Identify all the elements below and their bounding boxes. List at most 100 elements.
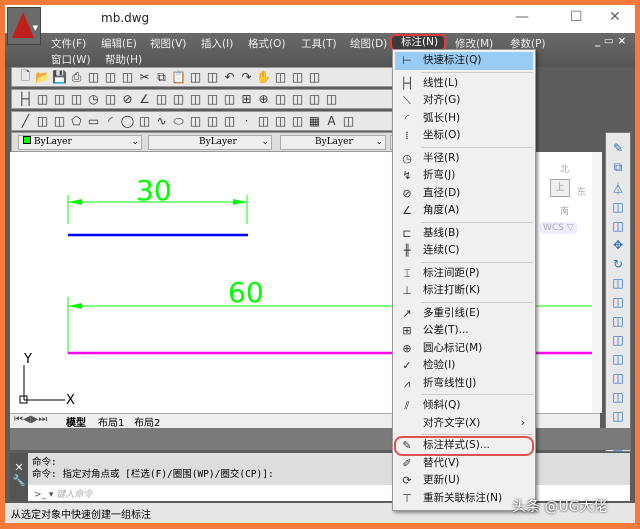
make-block-icon[interactable]: ◫	[222, 114, 237, 128]
color-select[interactable]: ByLayer ⌄	[18, 135, 142, 150]
menu-item[interactable]: ⁞ 坐标(O)	[395, 127, 533, 145]
copy-icon[interactable]: ⧉	[154, 70, 169, 85]
linear-icon[interactable]: ├┤	[18, 92, 33, 106]
scale-icon[interactable]: ◫	[612, 276, 623, 290]
trim-icon[interactable]: ◫	[612, 314, 623, 328]
menu-draw[interactable]: 绘图(D)	[350, 36, 387, 51]
paste-icon[interactable]: 📋	[171, 70, 186, 84]
line-icon[interactable]: ╱	[18, 114, 33, 128]
break-point-icon[interactable]: ◫	[612, 352, 623, 366]
open-icon[interactable]: 📂	[35, 70, 50, 84]
print-icon[interactable]: ⎙	[69, 70, 84, 85]
viewcube-south[interactable]: 南	[560, 204, 569, 217]
menu-tools[interactable]: 工具(T)	[301, 36, 337, 51]
menu-edit[interactable]: 编辑(E)	[101, 36, 137, 51]
menu-item[interactable]: ↯ 折弯(J)	[395, 167, 533, 185]
tolerance-icon[interactable]: ⊞	[239, 92, 254, 106]
menu-item[interactable]: ↗ 多重引线(E)	[395, 305, 533, 323]
join-icon[interactable]: ◫	[612, 390, 623, 404]
tab-layout1[interactable]: 布局1	[98, 414, 124, 429]
block-icon[interactable]: ◫	[205, 70, 220, 84]
maximize-button[interactable]: ☐	[570, 9, 583, 25]
document-window-controls[interactable]: _ ▭ ×	[595, 35, 626, 47]
ellipse-arc-icon[interactable]: ◫	[188, 114, 203, 128]
redo-icon[interactable]: ↷	[239, 70, 254, 84]
vertical-scrollbar[interactable]	[592, 152, 602, 413]
menu-item[interactable]: ⟍ 对齐(G)	[395, 92, 533, 110]
jogged-linear-icon[interactable]: ◫	[290, 92, 305, 106]
radius-icon[interactable]: ◷	[86, 92, 101, 106]
menu-item[interactable]: ⫽ 倾斜(Q)	[395, 397, 533, 415]
continue-icon[interactable]: ◫	[188, 92, 203, 106]
insert-block-icon[interactable]: ◫	[205, 114, 220, 128]
arc-length-icon[interactable]: ◫	[52, 92, 67, 106]
menu-item[interactable]: 对齐文字(X) ›	[395, 415, 533, 433]
menu-item[interactable]: ⊞ 公差(T)...	[395, 322, 533, 340]
close-icon[interactable]: ✕	[10, 461, 28, 474]
erase-icon[interactable]: ✎	[613, 141, 623, 155]
menu-window[interactable]: 窗口(W)	[51, 52, 91, 67]
menu-file[interactable]: 文件(F)	[51, 36, 86, 51]
aligned-icon[interactable]: ◫	[35, 92, 50, 106]
menu-item[interactable]: ✐ 替代(V)	[395, 455, 533, 473]
lineweight-select[interactable]: ByLayer ⌄	[280, 135, 386, 150]
extend-icon[interactable]: ◫	[612, 333, 623, 347]
linetype-select[interactable]: ByLayer ⌄	[148, 135, 272, 150]
polyline-icon[interactable]: ◫	[52, 114, 67, 128]
zoom-window-icon[interactable]: ◫	[290, 70, 305, 84]
menu-item[interactable]: ∠ 角度(A)	[395, 202, 533, 220]
gradient-icon[interactable]: ◫	[273, 114, 288, 128]
menu-item[interactable]: ⩘ 折弯线性(J)	[395, 375, 533, 393]
menu-item[interactable]: ⊘ 直径(D)	[395, 185, 533, 203]
tab-nav-buttons[interactable]: ⏮◀▶⏭	[14, 414, 47, 425]
rectangle-icon[interactable]: ▭	[86, 114, 101, 128]
table-icon[interactable]: ▦	[307, 114, 322, 128]
viewcube[interactable]: 北 上 东 南 WCS ▽	[530, 152, 602, 413]
preview-icon[interactable]: ◫	[86, 70, 101, 84]
chamfer-icon[interactable]: ◫	[612, 409, 623, 423]
menu-item[interactable]: ⊢ 快速标注(Q)	[395, 52, 533, 70]
undo-icon[interactable]: ↶	[222, 70, 237, 84]
point-icon[interactable]: ·	[239, 114, 254, 128]
menu-item[interactable]: ⊕ 圆心标记(M)	[395, 340, 533, 358]
ellipse-icon[interactable]: ⬭	[171, 114, 186, 129]
move-icon[interactable]: ✥	[613, 238, 623, 252]
hatch-icon[interactable]: ◫	[256, 114, 271, 128]
spacing-icon[interactable]: ◫	[205, 92, 220, 106]
menu-item[interactable]: ⌶ 标注间距(P)	[395, 265, 533, 283]
cut-icon[interactable]: ✂	[137, 70, 152, 84]
break-icon[interactable]: ◫	[222, 92, 237, 106]
app-menu-button[interactable]: ▼	[7, 7, 41, 45]
offset-icon[interactable]: ◫	[612, 200, 623, 214]
menu-view[interactable]: 视图(V)	[150, 36, 186, 51]
baseline-icon[interactable]: ◫	[171, 92, 186, 106]
menu-item[interactable]: ⊏ 基线(B)	[395, 225, 533, 243]
construction-line-icon[interactable]: ◫	[35, 114, 50, 128]
dim-text-edit-icon[interactable]: ◫	[324, 92, 339, 106]
jogged-icon[interactable]: ◫	[103, 92, 118, 106]
tab-layout2[interactable]: 布局2	[134, 414, 160, 429]
menu-item[interactable]: ◷ 半径(R)	[395, 150, 533, 168]
minimize-button[interactable]: —	[515, 9, 529, 25]
menu-item[interactable]: ⟳ 更新(U)	[395, 472, 533, 490]
wrench-icon[interactable]: 🔧	[10, 474, 28, 487]
menu-item[interactable]: ⊥ 标注打断(K)	[395, 282, 533, 300]
center-mark-icon[interactable]: ⊕	[256, 92, 271, 106]
stretch-icon[interactable]: ◫	[612, 295, 623, 309]
menu-help[interactable]: 帮助(H)	[105, 52, 142, 67]
dim-edit-icon[interactable]: ◫	[307, 92, 322, 106]
region-icon[interactable]: ◫	[290, 114, 305, 128]
tab-model[interactable]: 模型	[66, 414, 86, 429]
circle-icon[interactable]: ◯	[120, 114, 135, 128]
mirror-icon[interactable]: ⏃	[612, 180, 624, 196]
viewcube-east[interactable]: 东	[577, 185, 586, 198]
save-icon[interactable]: 💾	[52, 70, 67, 84]
wcs-menu[interactable]: WCS ▽	[540, 222, 577, 234]
match-icon[interactable]: ◫	[188, 70, 203, 84]
menu-item[interactable]: ╫ 连续(C)	[395, 242, 533, 260]
array-icon[interactable]: ◫	[612, 219, 623, 233]
menu-item[interactable]: ✓ 检验(I)	[395, 357, 533, 375]
angular-icon[interactable]: ∠	[137, 92, 152, 106]
spline-icon[interactable]: ∿	[154, 114, 169, 128]
polygon-icon[interactable]: ⬠	[69, 114, 84, 128]
